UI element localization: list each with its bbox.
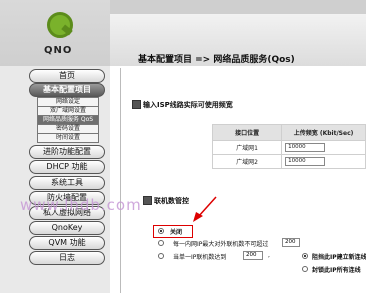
- table-cell-port: 广域网2: [211, 154, 283, 169]
- sidebar-item-qvm[interactable]: QVM 功能: [29, 236, 105, 250]
- sidebar-item-basic-config[interactable]: 基本配置项目: [29, 83, 105, 97]
- bandwidth-section-title: 输入ISP线路实际可使用频宽: [143, 101, 233, 109]
- qno-logo-icon: [47, 12, 73, 38]
- section-bullet-icon: [143, 196, 152, 205]
- bandwidth-table: 接口位置 上传频宽 (Kbit/Sec) 广域网1 10000 广域网2 100…: [211, 124, 366, 169]
- column-header-upload: 上传频宽 (Kbit/Sec): [281, 124, 366, 141]
- wan1-upload-input[interactable]: 10000: [285, 143, 326, 152]
- radio-max-connections[interactable]: [158, 240, 164, 246]
- highlight-box: [153, 225, 193, 238]
- top-bar: [110, 0, 366, 14]
- radio-block-new[interactable]: [302, 253, 308, 259]
- section-bullet-icon: [132, 100, 141, 109]
- subnav-time[interactable]: 时间设置: [37, 133, 99, 143]
- sidebar-item-log[interactable]: 日志: [29, 251, 105, 265]
- arrow-icon: [193, 196, 217, 222]
- page-title: 基本配置项目 => 网络品质服务(Qos): [138, 55, 295, 65]
- logo-text: QNO: [44, 45, 73, 56]
- threshold-input[interactable]: 200: [243, 251, 263, 260]
- sidebar-item-qnokey[interactable]: QnoKey: [29, 221, 105, 235]
- threshold-suffix: ,: [268, 252, 270, 259]
- sidebar-item-advanced[interactable]: 进阶功能配置: [29, 145, 105, 159]
- option-block-all-label: 封锁此IP所有连线: [312, 267, 361, 274]
- radio-block-all[interactable]: [302, 266, 308, 272]
- option-threshold-label: 当单一IP联机数达到: [173, 254, 227, 261]
- control-section-title: 联机数管控: [154, 197, 189, 205]
- sidebar-item-home[interactable]: 首页: [29, 69, 105, 83]
- watermark: www.lhdb.com: [20, 196, 142, 214]
- wan2-upload-input[interactable]: 10000: [285, 157, 326, 166]
- sidebar-item-system-tools[interactable]: 系统工具: [29, 176, 105, 190]
- column-header-port: 接口位置: [211, 124, 283, 141]
- max-connections-input[interactable]: 200: [282, 238, 300, 247]
- table-cell-port: 广域网1: [211, 140, 283, 155]
- sidebar-item-dhcp[interactable]: DHCP 功能: [29, 160, 105, 174]
- option-max-connections-label: 每一内网IP最大对外联机数不可超过: [173, 241, 269, 248]
- radio-threshold[interactable]: [158, 253, 164, 259]
- option-block-new-label: 阻挡此IP建立新连线: [312, 254, 366, 261]
